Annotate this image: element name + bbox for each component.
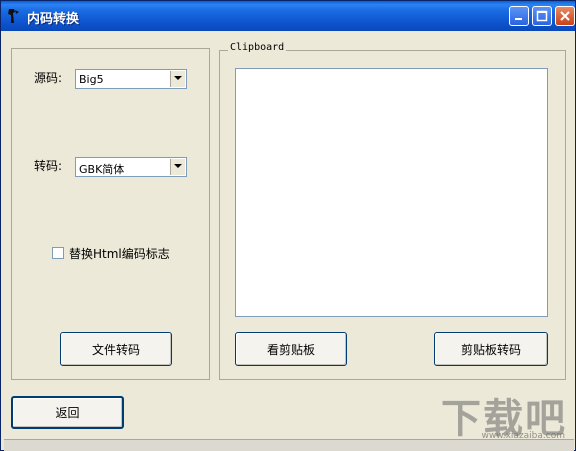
chevron-down-icon: [174, 164, 182, 168]
close-icon: [560, 11, 570, 21]
source-dropdown-button[interactable]: [170, 71, 185, 87]
clipboard-legend: Clipboard: [228, 42, 287, 53]
clipboard-text-area[interactable]: [235, 68, 548, 317]
minimize-icon: [515, 18, 522, 20]
watermark-url: www.xiazaiba.com: [481, 431, 565, 441]
title-bar[interactable]: 内码转换: [1, 1, 575, 31]
source-encoding-select[interactable]: Big5: [75, 69, 187, 89]
target-label: 转码:: [34, 159, 63, 173]
replace-html-label: 替换Html编码标志: [69, 247, 170, 261]
clipboard-convert-button[interactable]: 剪贴板转码: [434, 332, 548, 366]
minimize-button[interactable]: [509, 6, 529, 26]
close-button[interactable]: [555, 6, 575, 26]
file-convert-button[interactable]: 文件转码: [60, 332, 172, 366]
settings-group: [11, 48, 210, 380]
app-icon: [6, 7, 22, 25]
maximize-button[interactable]: [532, 6, 552, 26]
app-window: 内码转换 源码: Big5 转码: GBK简体 替换Html编码标志 文件转码 …: [0, 0, 576, 451]
target-encoding-value: GBK简体: [79, 163, 125, 176]
chevron-down-icon: [174, 76, 182, 80]
target-dropdown-button[interactable]: [170, 159, 185, 175]
source-label: 源码:: [34, 71, 63, 85]
maximize-icon: [536, 10, 548, 22]
replace-html-checkbox[interactable]: [52, 247, 64, 259]
view-clipboard-button[interactable]: 看剪贴板: [235, 332, 347, 366]
target-encoding-select[interactable]: GBK简体: [75, 157, 187, 177]
source-encoding-value: Big5: [79, 73, 104, 86]
window-title: 内码转换: [27, 12, 80, 27]
back-button[interactable]: 返回: [11, 396, 124, 429]
